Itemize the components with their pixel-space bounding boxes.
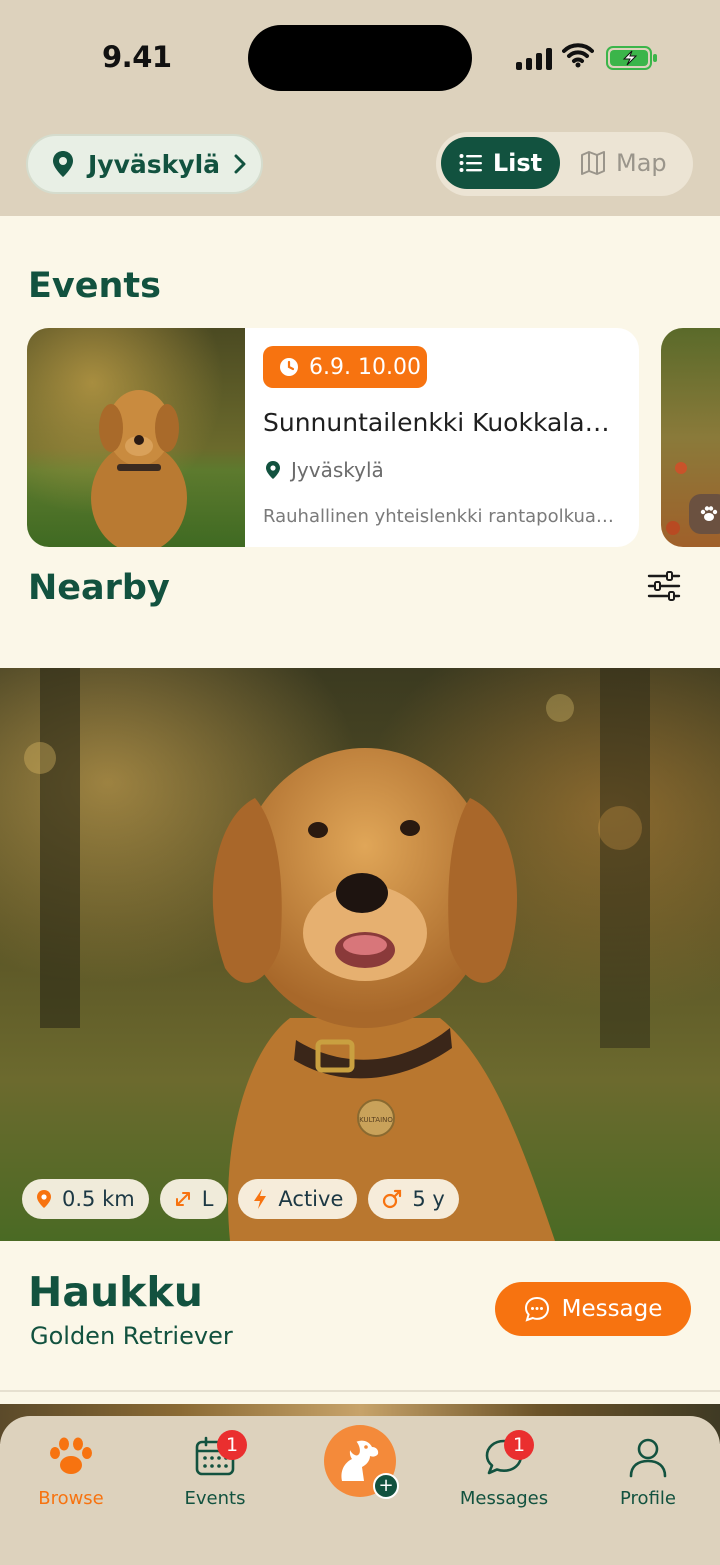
events-section-title: Events: [28, 266, 161, 306]
events-notification-badge: 1: [217, 1430, 247, 1460]
resize-icon: [175, 1192, 190, 1206]
nav-events[interactable]: Events 1: [155, 1430, 275, 1509]
filter-icon[interactable]: [647, 571, 681, 601]
card-divider: [0, 1390, 720, 1392]
location-selector[interactable]: Jyväskylä: [26, 134, 263, 194]
messages-notification-badge: 1: [504, 1430, 534, 1460]
plus-icon: +: [373, 1473, 399, 1499]
nav-events-label: Events: [184, 1488, 246, 1509]
nav-browse-label: Browse: [38, 1488, 104, 1509]
age-chip: 5 y: [368, 1179, 459, 1219]
location-pin-icon: [266, 461, 280, 479]
event-date-badge: 6.9. 10.00: [263, 346, 427, 388]
distance-value: 0.5 km: [62, 1187, 135, 1211]
nav-browse[interactable]: Browse: [11, 1436, 131, 1509]
status-time: 9.41: [102, 40, 172, 74]
chat-bubble-icon: [524, 1296, 549, 1322]
location-pin-icon: [53, 151, 73, 177]
wifi-icon: [562, 43, 594, 68]
energy-value: Active: [278, 1187, 344, 1211]
event-description: Rauhallinen yhteislenkki rantapolkua…: [263, 506, 614, 527]
location-label: Jyväskylä: [88, 149, 221, 179]
age-value: 5 y: [412, 1187, 445, 1211]
dog-photo-image: KULTAINO: [0, 668, 720, 1241]
message-button[interactable]: Message: [495, 1282, 691, 1336]
view-toggle: List Map: [436, 132, 693, 196]
clock-icon: [280, 358, 298, 376]
event-location: Jyväskylä: [265, 458, 384, 482]
chevron-right-icon: [234, 154, 246, 174]
event-title: Sunnuntailenkki Kuokkala…: [263, 408, 610, 437]
energy-chip: Active: [238, 1179, 358, 1219]
size-chip: L: [159, 1179, 228, 1219]
lightning-icon: [254, 1189, 267, 1209]
event-card[interactable]: 6.9. 10.00 Sunnuntailenkki Kuokkala… Jyv…: [27, 328, 639, 547]
dog-name: Haukku: [28, 1268, 203, 1316]
battery-icon: [606, 46, 657, 70]
paw-icon: [689, 494, 720, 534]
nearby-section-title: Nearby: [28, 568, 170, 608]
size-value: L: [201, 1187, 214, 1211]
message-button-label: Message: [561, 1296, 663, 1322]
list-icon: [459, 154, 482, 172]
map-view-label: Map: [616, 149, 667, 177]
event-location-label: Jyväskylä: [291, 458, 384, 482]
location-pin-icon: [37, 1190, 51, 1208]
nav-profile[interactable]: Profile: [588, 1436, 708, 1509]
map-view-button[interactable]: Map: [580, 137, 688, 189]
nav-profile-label: Profile: [620, 1488, 676, 1509]
list-view-label: List: [492, 149, 543, 177]
map-icon: [581, 151, 605, 175]
distance-chip: 0.5 km: [22, 1179, 149, 1219]
paw-icon: [50, 1437, 92, 1474]
add-dog-button[interactable]: +: [324, 1425, 399, 1499]
dog-attribute-chips: 0.5 km L Active 5 y: [22, 1179, 459, 1219]
cellular-signal-icon: [516, 46, 552, 70]
dog-breed: Golden Retriever: [30, 1322, 233, 1350]
list-view-button[interactable]: List: [441, 137, 560, 189]
event-date: 6.9. 10.00: [309, 354, 421, 380]
dog-photo[interactable]: KULTAINO: [0, 668, 720, 1241]
nav-messages[interactable]: Messages 1: [444, 1430, 564, 1509]
bottom-navigation: Browse Events 1 + Messages 1 Profile: [0, 1416, 720, 1565]
event-dog-image: [27, 328, 245, 547]
dog-tag-text: KULTAINO: [359, 1116, 393, 1124]
event-card-next[interactable]: [661, 328, 720, 547]
dynamic-island: [248, 25, 472, 91]
male-icon: [383, 1189, 402, 1209]
nav-messages-label: Messages: [459, 1488, 549, 1509]
top-bar: 9.41 Jyväskylä List Map: [0, 0, 720, 216]
user-icon: [629, 1438, 667, 1478]
